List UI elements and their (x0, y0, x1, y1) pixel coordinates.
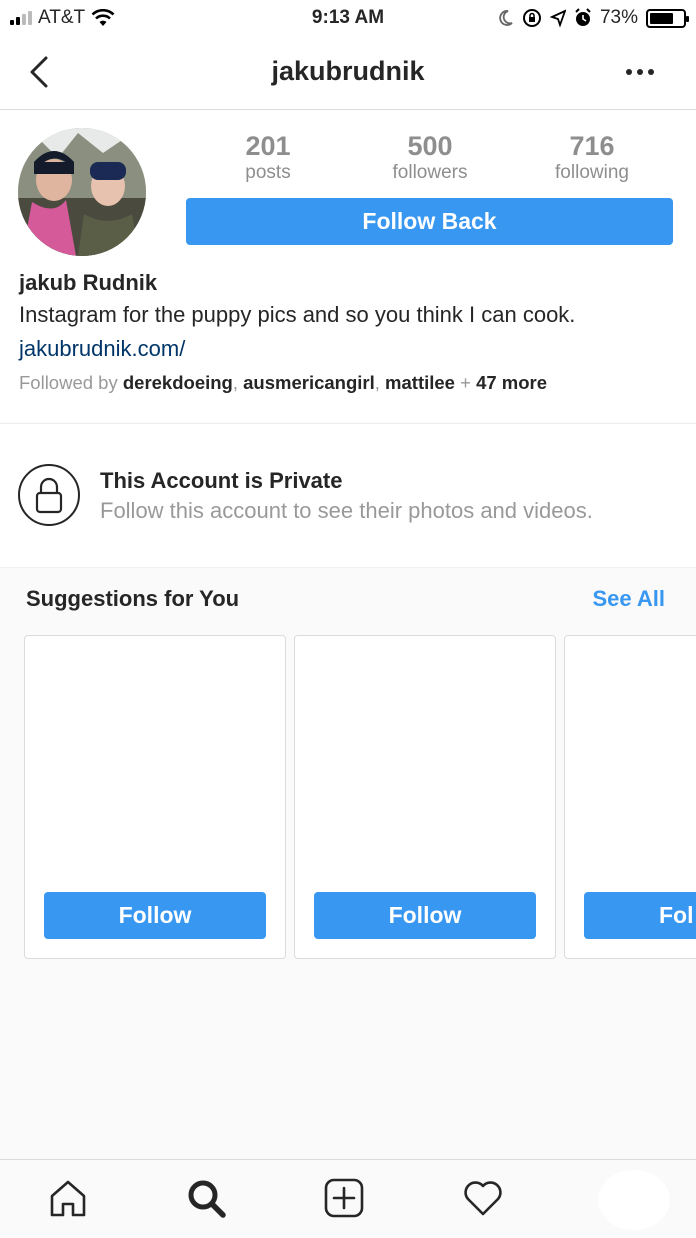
stat-posts[interactable]: 201 posts (188, 130, 348, 184)
moon-icon (499, 10, 513, 26)
activity-icon (464, 1181, 502, 1216)
tab-home[interactable] (46, 1176, 90, 1220)
following-count: 716 (569, 131, 615, 161)
private-account-notice: This Account is Private Follow this acco… (0, 423, 696, 568)
new-post-icon (324, 1178, 364, 1218)
tab-profile[interactable] (598, 1170, 670, 1230)
follow-button[interactable]: Follow (44, 892, 266, 939)
alarm-icon (575, 8, 591, 26)
followers-count: 500 (407, 131, 453, 161)
followed-by-prefix: Followed by (19, 372, 123, 393)
stat-following[interactable]: 716 following (512, 130, 672, 184)
status-right: 73% (498, 7, 689, 29)
suggestions-carousel[interactable]: Follow Follow Fol (24, 635, 696, 960)
private-title: This Account is Private (100, 468, 343, 493)
stat-followers[interactable]: 500 followers (350, 130, 510, 184)
page-title: jakubrudnik (271, 56, 425, 86)
suggestion-card[interactable]: Follow (294, 635, 556, 959)
private-subtitle: Follow this account to see their photos … (100, 498, 593, 523)
battery-icon (646, 8, 689, 28)
tab-search[interactable] (184, 1176, 228, 1220)
status-bar: AT&T 9:13 AM 73% (0, 0, 696, 38)
profile-header: 201 posts 500 followers 716 following Fo… (0, 110, 696, 422)
followed-by-user: mattilee (385, 372, 455, 393)
followed-by-more: 47 more (476, 372, 548, 393)
posts-count: 201 (245, 131, 291, 161)
nav-bar: jakubrudnik (0, 38, 696, 110)
profile-bio: Instagram for the puppy pics and so you … (19, 302, 576, 327)
follow-back-button[interactable]: Follow Back (186, 198, 673, 245)
follow-button[interactable]: Fol (584, 892, 696, 939)
tab-new-post[interactable] (322, 1176, 366, 1220)
lock-icon (18, 464, 80, 526)
profile-website-link[interactable]: jakubrudnik.com/ (19, 336, 185, 362)
tab-bar (0, 1159, 696, 1238)
followed-by[interactable]: Followed by derekdoeing, ausmericangirl,… (19, 372, 547, 394)
followed-by-user: ausmericangirl (243, 372, 375, 393)
suggestion-card[interactable]: Fol (564, 635, 696, 959)
home-icon (50, 1180, 86, 1217)
orientation-lock-icon (522, 9, 541, 27)
followers-label: followers (392, 162, 468, 183)
following-label: following (555, 162, 629, 183)
search-icon (188, 1180, 226, 1218)
followed-by-user: derekdoeing (122, 372, 233, 393)
posts-label: posts (245, 162, 291, 183)
tab-activity[interactable] (461, 1176, 505, 1220)
profile-full-name: jakub Rudnik (19, 270, 158, 295)
battery-percent: 73% (599, 7, 638, 28)
avatar (18, 128, 146, 256)
location-icon (549, 9, 566, 27)
battery-fill (650, 12, 674, 24)
more-options-button[interactable] (624, 62, 656, 82)
suggestions-title: Suggestions for You (26, 586, 240, 611)
see-all-link[interactable]: See All (592, 586, 665, 612)
follow-button[interactable]: Follow (314, 892, 536, 939)
more-horizontal-icon (626, 69, 654, 75)
suggestion-card[interactable]: Follow (24, 635, 286, 959)
avatar-photo (18, 128, 146, 256)
